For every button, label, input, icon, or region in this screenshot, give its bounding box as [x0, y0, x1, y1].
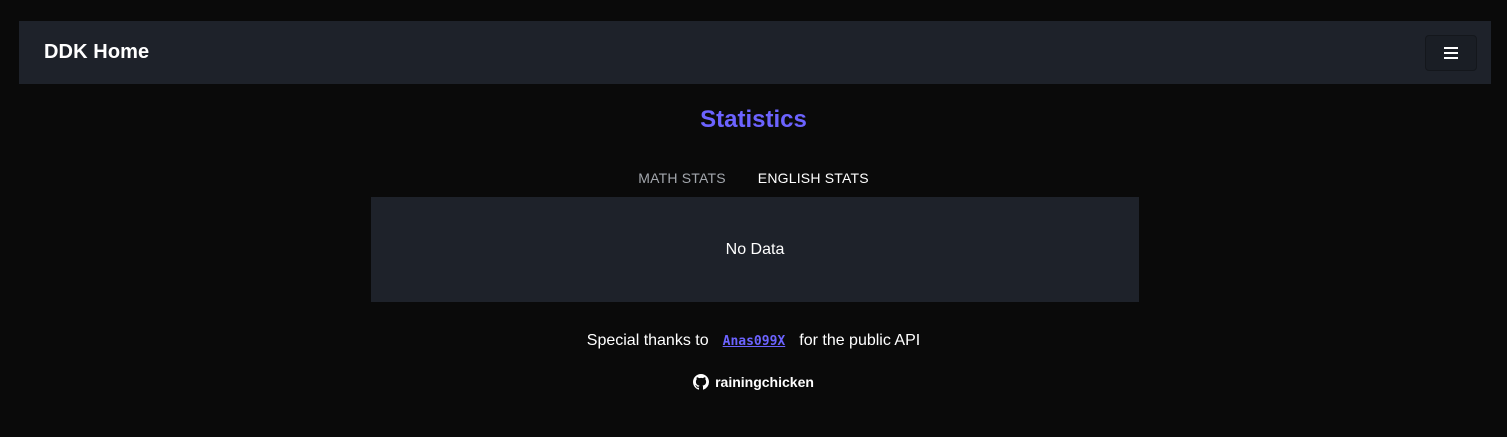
hamburger-menu-icon	[1444, 46, 1458, 59]
github-icon	[693, 374, 710, 390]
tab-math-stats[interactable]: MATH STATS	[636, 161, 728, 200]
author-link[interactable]: rainingchicken	[0, 374, 1507, 390]
thanks-prefix: Special thanks to	[586, 332, 709, 349]
thanks-suffix: for the public API	[799, 332, 921, 349]
api-author-link[interactable]: Anas099X	[723, 334, 786, 349]
credits-line: Special thanks to Anas099X for the public …	[0, 332, 1507, 350]
brand-home-link[interactable]: DDK Home	[44, 41, 149, 64]
author-name: rainingchicken	[715, 374, 814, 390]
page-title: Statistics	[700, 106, 807, 133]
tab-english-stats[interactable]: ENGLISH STATS	[755, 161, 871, 200]
stats-tabs: MATH STATS ENGLISH STATS	[0, 161, 1507, 200]
navbar: DDK Home	[19, 21, 1491, 84]
menu-toggle-button[interactable]	[1425, 34, 1477, 71]
stats-panel: No Data	[371, 197, 1139, 302]
empty-state-message: No Data	[725, 240, 785, 258]
